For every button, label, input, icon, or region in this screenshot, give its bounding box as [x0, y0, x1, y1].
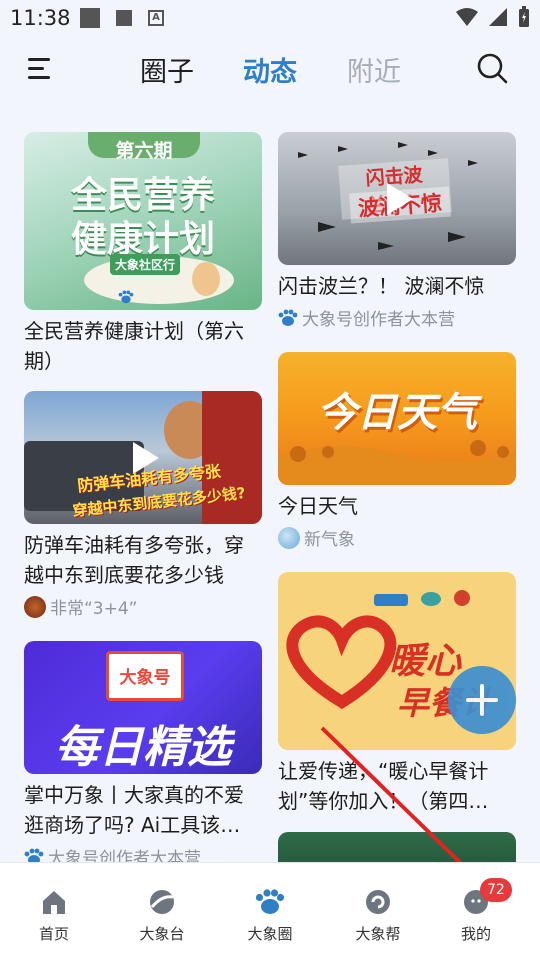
nav-label: 首页: [38, 925, 69, 943]
nav-label: 大象圈: [247, 925, 293, 943]
wifi-icon: [456, 8, 478, 26]
notification-icon: [116, 10, 132, 26]
tab-circles[interactable]: 圈子: [140, 50, 194, 89]
notification-icon: [80, 8, 100, 28]
nav-home[interactable]: 首页: [14, 887, 94, 944]
author-name: 大象号创作者大本营: [302, 310, 455, 330]
app-screen: 11:38 A 圈子 动态 附近 第六期 全民营养 健康计划 大象社区行 全民营…: [0, 0, 540, 960]
card-title[interactable]: 防弹车油耗有多夸张，穿越中东到底要花多少钱: [24, 530, 262, 590]
card-author[interactable]: 非常“3+4”: [24, 594, 262, 619]
search-icon[interactable]: [476, 52, 508, 84]
author-avatar: [24, 595, 46, 618]
battery-icon: [519, 6, 529, 27]
thumb-tag: 大象号: [119, 668, 171, 688]
top-header: 圈子 动态 附近: [0, 40, 540, 100]
nav-label: 大象帮: [355, 925, 401, 943]
notification-badge: 72: [480, 878, 512, 902]
feed-grid: 第六期 全民营养 健康计划 大象社区行 全民营养健康计划（第六期） 防弹车油耗有…: [0, 110, 540, 862]
egg-illustration: [192, 262, 220, 296]
card-author[interactable]: 大象号创作者大本营: [278, 305, 516, 330]
issue-badge-label: 第六期: [115, 140, 173, 162]
bottom-nav: 首页 大象台 大象圈 大象帮 我的: [0, 862, 540, 960]
thumb-headline: 每日精选: [55, 722, 231, 773]
keyboard-icon: A: [148, 10, 164, 26]
feed-card[interactable]: 闪击波兰？！ 波澜不惊 闪击波兰？！ 波澜不惊 大象号创作者大本营: [278, 132, 516, 330]
card-author[interactable]: 大象号创作者大本营: [24, 844, 262, 862]
tab-feed[interactable]: 动态: [243, 50, 297, 89]
card-thumbnail: 大象号 每日精选: [24, 641, 262, 774]
paw-icon: [118, 290, 134, 304]
author-name: 非常“3+4”: [50, 599, 138, 619]
signal-icon: [489, 8, 507, 26]
card-title[interactable]: 闪击波兰？！ 波澜不惊: [278, 271, 516, 301]
feed-card[interactable]: 第六期 全民营养 健康计划 大象社区行 全民营养健康计划（第六期）: [24, 132, 262, 376]
nav-label: 大象台: [139, 925, 185, 943]
field-illustration: [278, 440, 516, 485]
status-icons: [456, 6, 530, 28]
status-bar: 11:38 A: [0, 0, 540, 36]
card-title[interactable]: 今日天气: [278, 491, 516, 521]
card-title[interactable]: 全民营养健康计划（第六期）: [24, 316, 262, 376]
nav-label: 我的: [460, 925, 491, 943]
author-avatar: [278, 526, 300, 549]
paw-icon: [24, 848, 44, 862]
thumb-tag: 大象社区行: [110, 254, 180, 275]
feed-card[interactable]: 防弹车油耗有多夸张 穿越中东到底要花多少钱? 防弹车油耗有多夸张，穿越中东到底要…: [24, 391, 262, 619]
menu-icon[interactable]: [28, 58, 52, 80]
status-time: 11:38: [10, 6, 71, 30]
feed-card[interactable]: [278, 832, 516, 862]
card-title[interactable]: 让爱传递，“暖心早餐计划”等你加入！（第四…: [278, 756, 516, 816]
author-name: 大象号创作者大本营: [48, 849, 201, 862]
nav-daxiangtai[interactable]: 大象台: [122, 887, 202, 944]
card-thumbnail: 闪击波兰？！ 波澜不惊: [278, 132, 516, 265]
tab-nearby[interactable]: 附近: [347, 50, 401, 89]
card-title[interactable]: 掌中万象丨大家真的不爱逛商场了吗? Ai工具该…: [24, 780, 262, 840]
card-thumbnail: [278, 832, 516, 862]
add-post-button[interactable]: [448, 666, 516, 734]
paw-icon: [255, 889, 285, 914]
home-icon: [43, 891, 65, 914]
thumb-headline: 今日天气: [317, 390, 477, 436]
card-thumbnail: 第六期 全民营养 健康计划 大象社区行: [24, 132, 262, 310]
author-name: 新气象: [304, 530, 355, 550]
feed-card[interactable]: 今日天气 今日天气 新气象: [278, 352, 516, 550]
orbit-icon: [150, 890, 174, 914]
card-author[interactable]: 新气象: [278, 525, 516, 550]
help-icon: [366, 890, 390, 914]
nav-daxiangquan[interactable]: 大象圈: [230, 887, 310, 944]
card-thumbnail: 今日天气: [278, 352, 516, 485]
feed-card[interactable]: 大象号 每日精选 掌中万象丨大家真的不爱逛商场了吗? Ai工具该… 大象号创作者…: [24, 641, 262, 862]
nav-daxiangbang[interactable]: 大象帮: [338, 887, 418, 944]
play-icon[interactable]: [373, 175, 421, 223]
card-thumbnail: 防弹车油耗有多夸张 穿越中东到底要花多少钱?: [24, 391, 262, 524]
paw-icon: [278, 309, 298, 326]
